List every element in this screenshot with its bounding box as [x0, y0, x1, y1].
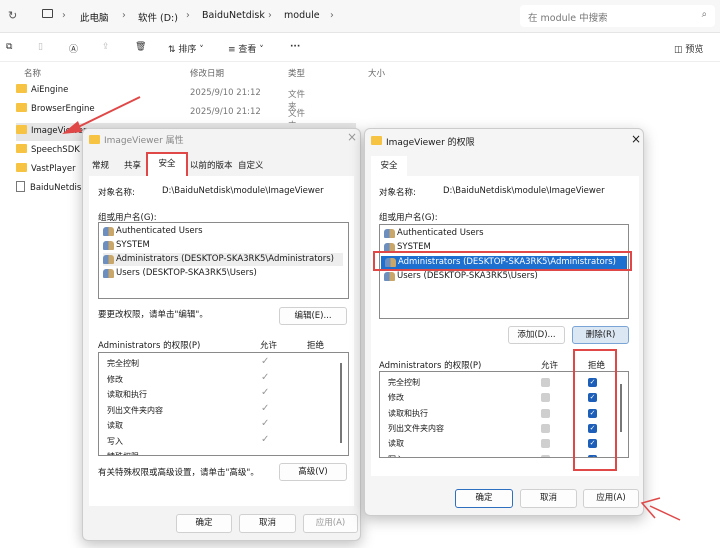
arrow-to-apply: [640, 497, 681, 521]
arrow-to-imageviewer: [62, 96, 141, 134]
annotation-arrows: [62, 96, 681, 521]
